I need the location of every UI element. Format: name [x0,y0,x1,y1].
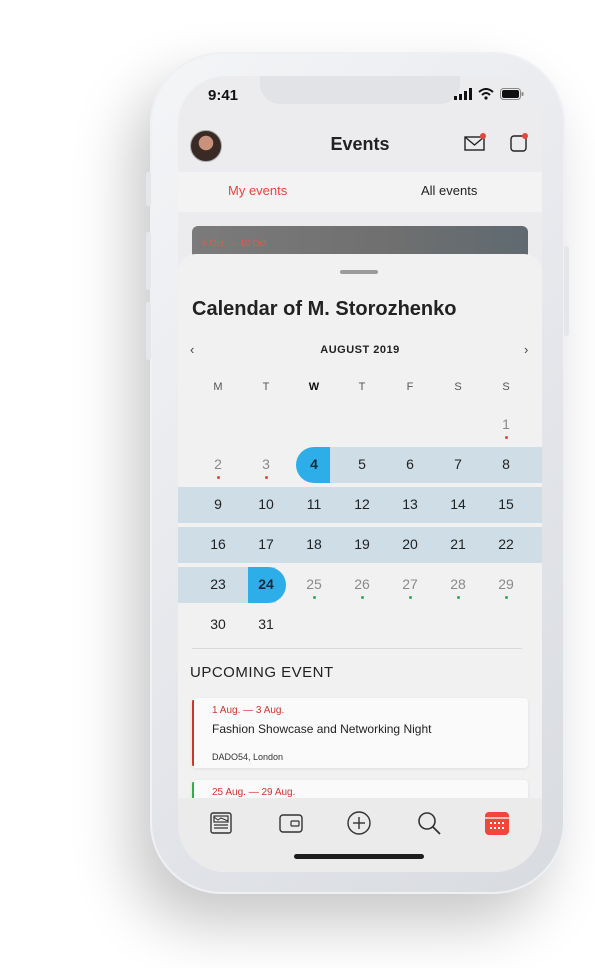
event-indicator-dot [265,476,268,479]
calendar-day[interactable]: 14 [438,496,478,512]
calendar-day[interactable]: 17 [246,536,286,552]
search-icon [418,812,441,835]
nav-wallet[interactable] [276,808,306,838]
next-month-button[interactable]: › [524,342,528,357]
calendar-day[interactable]: 26 [342,576,382,592]
event-card[interactable]: 1 Aug. — 3 Aug. Fashion Showcase and Net… [192,698,528,768]
upcoming-heading: UPCOMING EVENT [190,664,334,681]
calendar-day[interactable]: 11 [294,496,334,512]
weekday-label: W [308,381,320,393]
calendar-sheet: Calendar of M. Storozhenko ‹ AUGUST 2019… [178,254,542,872]
calendar-title: Calendar of M. Storozhenko [192,298,457,320]
calendar-day[interactable]: 31 [246,616,286,632]
calendar-day[interactable]: 23 [198,576,238,592]
battery-icon [500,88,524,100]
event-dates: 25 Aug. — 29 Aug. [212,787,296,798]
event-indicator-dot [457,596,460,599]
weekday-label: S [454,381,462,393]
background-event-date: 6 Oct. — 10 Oct. [202,238,270,248]
calendar-day[interactable]: 16 [198,536,238,552]
screen: 9:41 Events My events All events 6 Oct. … [178,76,542,872]
month-label: AUGUST 2019 [320,344,400,356]
calendar-day[interactable]: 10 [246,496,286,512]
section-divider [192,648,522,649]
calendar-day[interactable]: 9 [198,496,238,512]
news-icon [210,812,232,834]
nav-search[interactable] [414,808,444,838]
event-name: Fashion Showcase and Networking Night [212,722,432,736]
event-indicator-dot [505,436,508,439]
calendar-day[interactable]: 12 [342,496,382,512]
weekday-label: T [358,381,366,393]
calendar-day[interactable]: 19 [342,536,382,552]
volume-down-button [146,302,151,360]
calendar-day[interactable]: 7 [438,456,478,472]
event-indicator-dot [313,596,316,599]
volume-up-button [146,232,151,290]
event-accent-bar [192,700,194,766]
event-dates: 1 Aug. — 3 Aug. [212,705,285,716]
calendar-day[interactable]: 28 [438,576,478,592]
calendar-day[interactable]: 29 [486,576,526,592]
mute-switch [146,172,151,206]
add-icon [347,811,371,835]
event-indicator-dot [361,596,364,599]
home-indicator [294,854,424,859]
sheet-handle[interactable] [340,270,378,274]
calendar-day[interactable]: 20 [390,536,430,552]
status-time: 9:41 [208,87,239,104]
event-location: DADO54, London [212,752,284,762]
calendar-icon [485,812,509,835]
weekday-label: F [406,381,414,393]
notch [260,76,460,104]
calendar-day[interactable]: 18 [294,536,334,552]
notes-button[interactable] [510,133,528,157]
calendar-day[interactable]: 27 [390,576,430,592]
calendar-day[interactable]: 22 [486,536,526,552]
calendar-day[interactable]: 2 [198,456,238,472]
calendar-day[interactable]: 6 [390,456,430,472]
mail-button[interactable] [464,133,486,157]
calendar-day[interactable]: 25 [294,576,334,592]
calendar-day[interactable]: 30 [198,616,238,632]
status-icons [454,88,524,100]
calendar-day[interactable]: 3 [246,456,286,472]
event-indicator-dot [409,596,412,599]
nav-news[interactable] [206,808,236,838]
wallet-icon [279,814,303,833]
tab-all-events[interactable]: All events [421,183,477,198]
app-header: Events [178,120,542,172]
calendar-day[interactable]: 1 [486,416,526,432]
mail-notification-dot [480,133,486,139]
note-notification-dot [522,133,528,139]
wifi-icon [478,88,494,100]
calendar-day[interactable]: 5 [342,456,382,472]
weekday-label: S [502,381,510,393]
signal-icon [454,88,472,100]
calendar-day[interactable]: 13 [390,496,430,512]
event-indicator-dot [217,476,220,479]
calendar-day[interactable]: 15 [486,496,526,512]
bottom-nav [178,798,542,872]
nav-calendar[interactable] [482,808,512,838]
tab-bar: My events All events [178,172,542,212]
calendar-day[interactable]: 24 [246,576,286,592]
calendar-day[interactable]: 21 [438,536,478,552]
nav-add[interactable] [344,808,374,838]
weekday-label: T [262,381,270,393]
tab-my-events[interactable]: My events [228,183,287,198]
calendar-day[interactable]: 8 [486,456,526,472]
weekday-label: M [213,381,223,393]
event-indicator-dot [505,596,508,599]
calendar-day[interactable]: 4 [294,456,334,472]
power-button [564,246,569,336]
page-title: Events [330,134,390,154]
